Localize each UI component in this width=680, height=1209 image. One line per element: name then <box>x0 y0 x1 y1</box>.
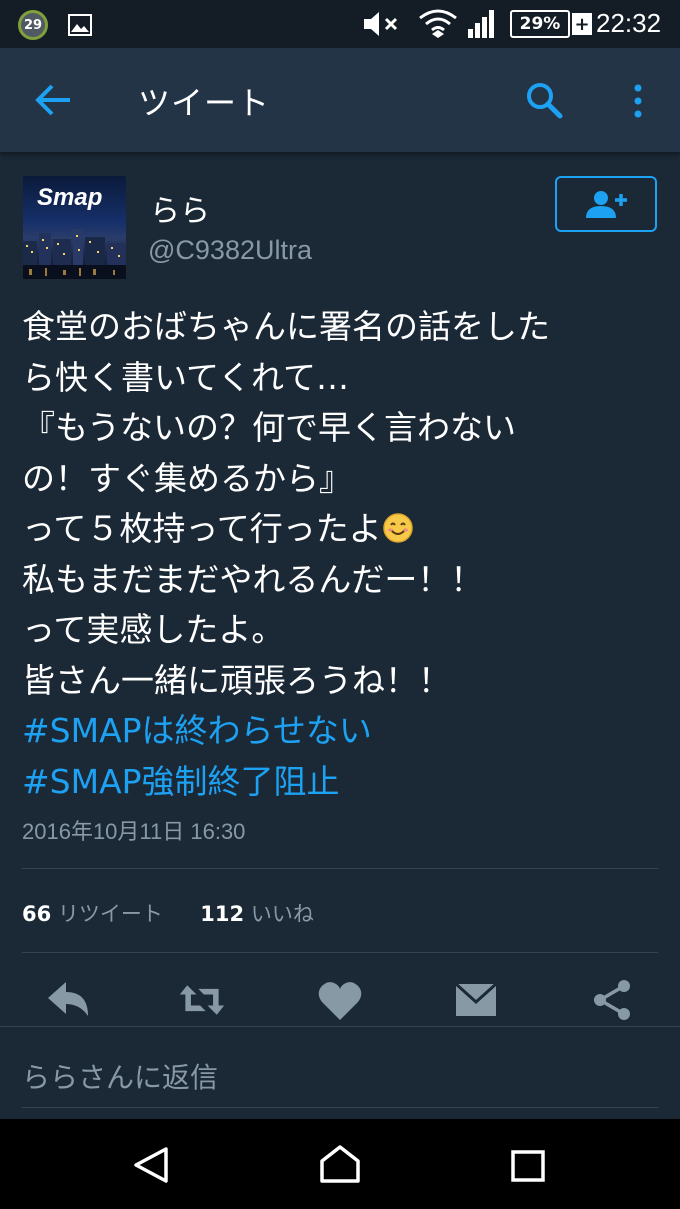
charging-indicator: + <box>572 13 592 35</box>
divider <box>22 1107 658 1108</box>
tweet-line: 食堂のおばちゃんに署名の話をした <box>22 307 550 346</box>
divider <box>0 1026 680 1027</box>
heart-icon[interactable] <box>316 978 364 1022</box>
tweet-line: 『もうないの？何で早く言わない <box>22 408 517 447</box>
battery-icon: 29% + <box>510 10 592 38</box>
notification-count: 29 <box>23 17 43 33</box>
tweet-line: ら快く書いてくれて… <box>22 357 350 397</box>
status-bar: 29 29% + 22:32 <box>0 0 680 48</box>
avatar-cityscape-image <box>23 229 126 279</box>
divider <box>22 952 658 953</box>
tweet-line-text: って５枚持って行ったよ <box>22 509 382 548</box>
avatar-logo-text: Smap <box>37 184 103 211</box>
tweet-line: 私もまだまだやれるんだー！！ <box>22 559 484 599</box>
nav-home-icon[interactable] <box>318 1143 362 1185</box>
app-bar: ツイート <box>0 48 680 152</box>
clock: 22:32 <box>596 8 662 38</box>
mute-icon <box>364 12 398 36</box>
tweet-text: 食堂のおばちゃんに署名の話をした ら快く書いてくれて… 『もうないの？何で早く言… <box>22 302 662 807</box>
notification-badge-icon: 29 <box>18 10 48 40</box>
display-name[interactable]: らら <box>150 186 210 230</box>
wifi-icon <box>419 9 457 38</box>
battery-level: 29% <box>510 10 570 38</box>
nav-recent-icon[interactable] <box>510 1149 546 1183</box>
tweet-line: の！すぐ集めるから』 <box>22 458 352 498</box>
follow-button[interactable] <box>555 176 657 232</box>
retweet-count[interactable]: 66 <box>22 902 51 926</box>
nav-back-icon[interactable] <box>132 1145 170 1185</box>
retweet-label[interactable]: リツイート <box>58 902 163 926</box>
reply-input[interactable]: ららさんに返信 <box>22 1056 218 1096</box>
reply-icon[interactable] <box>44 978 92 1022</box>
tweet-timestamp: 2016年10月11日 16:30 <box>22 819 246 844</box>
photo-icon <box>68 14 92 36</box>
like-count[interactable]: 112 <box>200 902 244 926</box>
hashtag-link[interactable]: #SMAP強制終了阻止 <box>22 757 662 808</box>
smiling-face-icon <box>382 513 413 543</box>
mail-icon[interactable] <box>452 978 500 1022</box>
divider <box>22 868 658 869</box>
avatar[interactable]: Smap <box>23 176 126 279</box>
retweet-icon[interactable] <box>178 978 226 1022</box>
tweet-line-with-emoji: って５枚持って行ったよ <box>22 504 662 555</box>
tweet-line: って実感したよ。 <box>22 610 285 649</box>
like-label[interactable]: いいね <box>251 902 314 926</box>
hashtag-link[interactable]: #SMAPは終わらせない <box>22 706 662 757</box>
signal-icon <box>468 10 494 38</box>
back-arrow-icon[interactable] <box>34 82 74 118</box>
more-vert-icon[interactable] <box>626 82 650 122</box>
tweet-line: 皆さん一緒に頑張ろうね！！ <box>22 660 451 700</box>
page-title: ツイート <box>138 84 271 122</box>
search-icon[interactable] <box>524 80 564 120</box>
add-user-icon <box>586 191 627 218</box>
system-nav-bar <box>0 1119 680 1209</box>
user-handle[interactable]: @C9382Ultra <box>148 235 312 266</box>
share-icon[interactable] <box>588 978 636 1022</box>
tweet-stats: 66 リツイート 112 いいね <box>22 898 314 928</box>
